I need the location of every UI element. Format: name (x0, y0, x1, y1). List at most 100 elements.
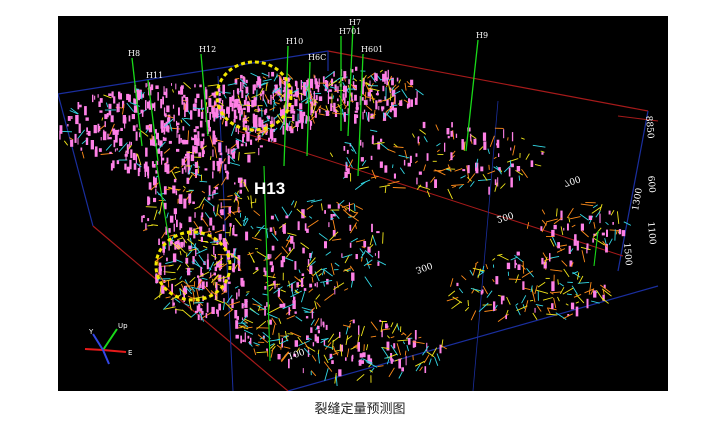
fracture-blob (378, 106, 380, 111)
fracture-blob (122, 115, 126, 124)
fracture-blob (396, 77, 399, 82)
fracture-blob (293, 242, 295, 249)
fracture-blob (135, 154, 137, 164)
fracture-segment (198, 196, 206, 208)
fracture-segment (534, 163, 542, 167)
fracture-blob (191, 137, 195, 141)
fracture-segment (557, 296, 560, 302)
fracture-blob (467, 165, 470, 174)
fracture-blob (131, 114, 135, 120)
fracture-blob (155, 85, 159, 89)
fracture-blob (151, 139, 156, 144)
fracture-blob (126, 144, 129, 154)
fracture-blob (451, 122, 453, 128)
fracture-segment (335, 374, 338, 387)
fracture-blob (266, 302, 268, 307)
fracture-segment (223, 94, 227, 99)
fracture-segment (575, 301, 580, 304)
fracture-segment (388, 367, 395, 378)
fracture-segment (350, 149, 354, 152)
fracture-segment (201, 217, 209, 227)
fracture-blob (320, 318, 322, 327)
fracture-segment (515, 303, 519, 306)
fracture-blob (204, 168, 208, 171)
fracture-segment (472, 263, 477, 276)
fracture-segment (291, 120, 294, 124)
fracture-blob (144, 161, 148, 167)
fracture-blob (232, 263, 235, 273)
fracture-segment (579, 213, 589, 221)
fracture-segment (253, 210, 261, 217)
fracture-blob (255, 129, 257, 133)
fracture-blob (129, 159, 132, 170)
fracture-blob (450, 130, 453, 137)
fracture-segment (310, 370, 317, 377)
fracture-blob (380, 138, 383, 142)
fracture-segment (296, 109, 303, 112)
fracture-blob (196, 93, 200, 98)
fracture-blob (116, 103, 119, 113)
fracture-blob (506, 262, 511, 270)
fracture-blob (299, 103, 303, 110)
fracture-blob (234, 182, 236, 185)
fracture-blob (375, 100, 378, 110)
fracture-segment (295, 291, 300, 293)
fracture-blob (302, 111, 306, 117)
fracture-blob (294, 80, 297, 87)
fracture-blob (580, 223, 584, 231)
fracture-blob (386, 325, 389, 328)
fracture-blob (355, 254, 358, 260)
fracture-blob (135, 131, 138, 141)
fracture-segment (198, 254, 207, 266)
fracture-blob (407, 162, 411, 167)
fracture-blob (182, 140, 185, 143)
fracture-blob (314, 334, 317, 342)
fracture-blob (306, 335, 309, 340)
fracture-segment (318, 273, 322, 277)
fracture-segment (559, 282, 564, 287)
fracture-blob (251, 100, 254, 108)
fracture-blob (213, 272, 216, 276)
fracture-segment (201, 277, 208, 281)
fracture-segment (249, 308, 260, 316)
fracture-blob (200, 99, 203, 109)
fracture-segment (323, 269, 333, 277)
fracture-blob (316, 282, 318, 288)
fracture-segment (352, 75, 355, 81)
fracture-blob (243, 107, 246, 110)
fracture-blob (593, 290, 597, 298)
fracture-segment (323, 281, 325, 287)
fracture-blob (150, 84, 154, 91)
fracture-blob (357, 342, 360, 352)
fracture-segment (389, 93, 392, 101)
fracture-3d-scene: H8 H11 H12 H10 H7 H701 H6C H601 H9 H13 1… (58, 18, 659, 391)
fracture-blob (473, 138, 477, 145)
fracture-blob (213, 189, 216, 194)
fracture-segment (350, 222, 357, 234)
fracture-blob (358, 325, 360, 335)
fracture-blob (200, 111, 204, 119)
fracture-blob (301, 273, 305, 276)
fracture-segment (311, 355, 317, 362)
fracture-segment (214, 298, 224, 304)
fracture-segment (571, 285, 578, 295)
fracture-blob (77, 102, 80, 110)
fracture-blob (200, 285, 202, 289)
fracture-blob (77, 137, 79, 145)
fracture-blob (363, 100, 367, 105)
fracture-blob (176, 125, 179, 133)
axis-tick-label: 300 (414, 259, 434, 274)
fracture-blob (343, 112, 346, 122)
fracture-blob (401, 367, 404, 372)
fracture-blob (270, 254, 272, 259)
fracture-segment (193, 220, 200, 229)
fracture-blob (306, 228, 309, 233)
fracture-blob (434, 179, 437, 188)
fracture-segment (386, 335, 390, 339)
fracture-blob (501, 295, 505, 301)
fracture-segment (213, 211, 217, 217)
fracture-blob (173, 223, 175, 232)
fracture-blob (393, 343, 396, 349)
fracture-segment (246, 94, 251, 102)
fracture-blob (213, 112, 215, 122)
